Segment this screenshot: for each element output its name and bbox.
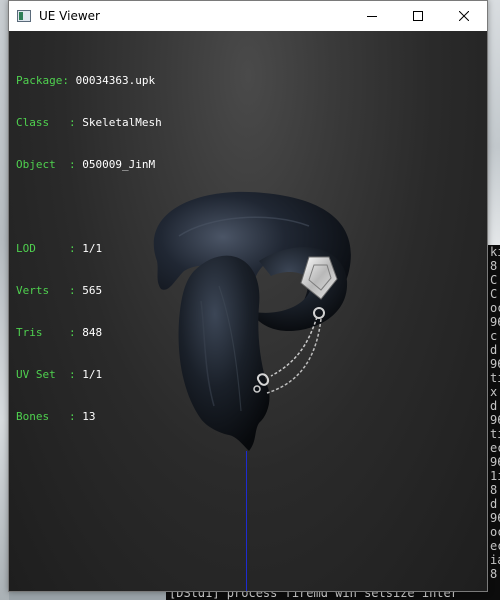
- close-icon: [459, 11, 469, 21]
- 3d-viewport[interactable]: Package: 00034363.upk Class : SkeletalMe…: [9, 31, 487, 591]
- title-bar[interactable]: UE Viewer: [9, 1, 487, 31]
- window-controls: [349, 1, 487, 31]
- app-icon: [17, 10, 31, 22]
- close-button[interactable]: [441, 1, 487, 31]
- maximize-button[interactable]: [395, 1, 441, 31]
- background-console-window: ki8CCoc96cd96tixd96tiec961i8d96ocecia8: [488, 245, 500, 600]
- ue-viewer-window: UE Viewer Package: 00034363.upk Class : …: [8, 0, 488, 592]
- minimize-button[interactable]: [349, 1, 395, 31]
- desktop-background-right: [488, 0, 500, 245]
- window-title: UE Viewer: [39, 9, 100, 23]
- minimize-icon: [367, 16, 377, 17]
- skeletal-mesh-render: [153, 191, 351, 451]
- maximize-icon: [413, 11, 423, 21]
